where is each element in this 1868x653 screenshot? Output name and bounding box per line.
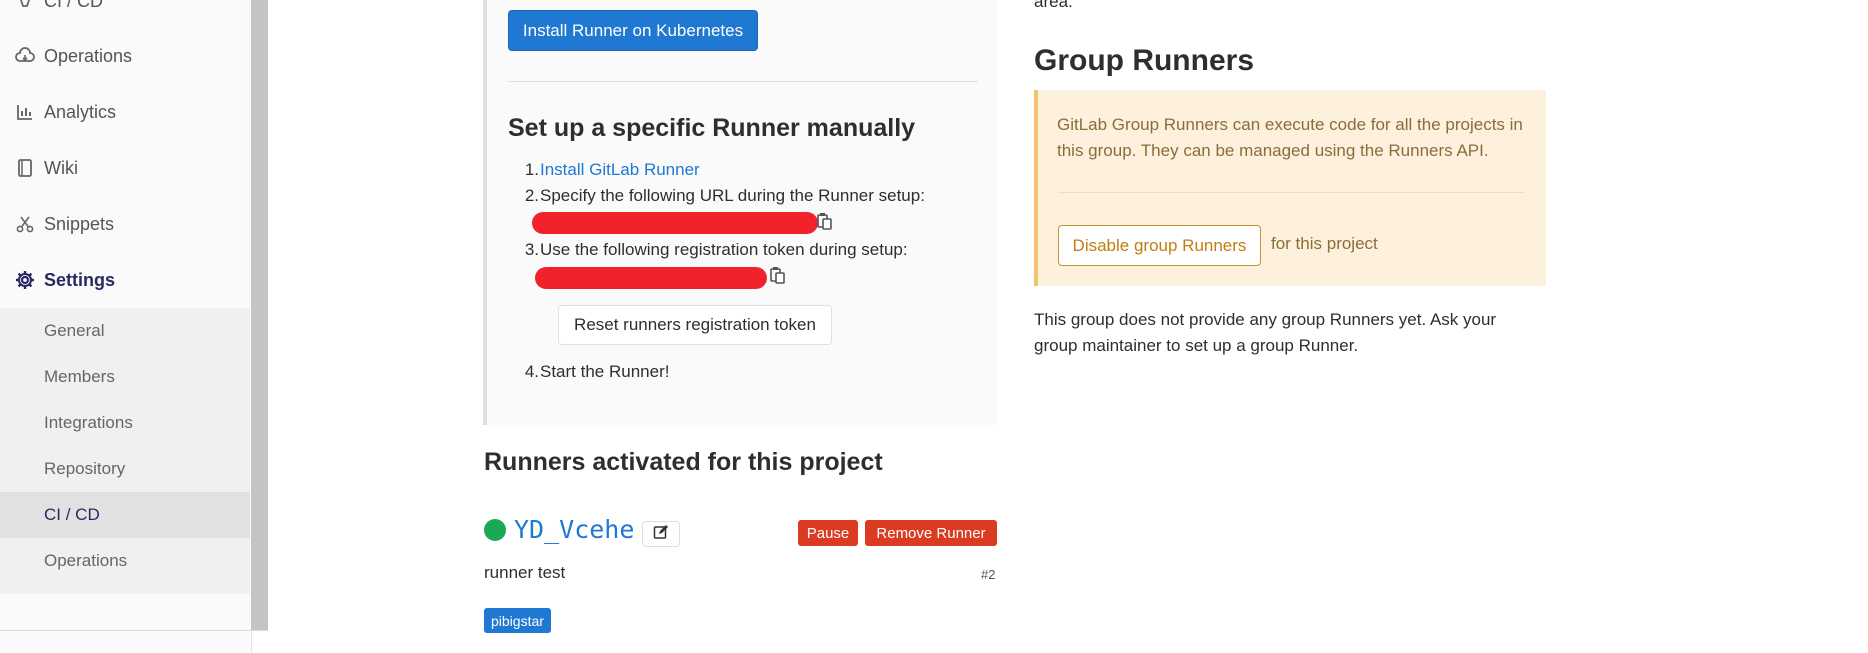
sidebar: CI / CD Operations Analytics Wiki Snippe… [0,0,252,653]
pause-runner-button[interactable]: Pause [798,520,858,546]
book-icon [14,157,36,179]
for-project-text: for this project [1271,234,1378,253]
area-text: area. [1034,0,1073,11]
no-group-runners-text: This group does not provide any group Ru… [1034,310,1497,355]
subnav-item-integrations[interactable]: Integrations [0,400,250,446]
runner-name-link[interactable]: YD_Vcehe [514,515,634,544]
subnav-item-cicd[interactable]: CI / CD [0,492,250,538]
setup-title: Set up a specific Runner manually [508,114,916,142]
sidebar-item-snippets[interactable]: Snippets [0,201,250,247]
divider [1058,192,1524,193]
redacted-token [535,267,767,289]
divider [508,81,978,82]
disable-group-runners-button[interactable]: Disable group Runners [1058,225,1261,266]
step-number: 3. [524,240,539,259]
step-4-text: Start the Runner! [540,362,670,381]
sidebar-item-analytics[interactable]: Analytics [0,89,250,135]
reset-token-button[interactable]: Reset runners registration token [558,305,832,345]
sidebar-item-wiki[interactable]: Wiki [0,145,250,191]
sidebar-item-label: Analytics [44,101,117,122]
remove-runner-button[interactable]: Remove Runner [865,520,997,546]
runner-id: #2 [981,567,996,582]
cloud-icon [14,45,36,67]
runner-description: runner test [484,563,566,582]
copy-url-icon[interactable] [817,212,833,235]
edit-runner-button[interactable] [642,521,680,547]
chart-icon [14,101,36,123]
sidebar-item-cicd[interactable]: CI / CD [0,0,250,24]
step-number: 1. [524,160,539,179]
sidebar-item-label: Wiki [44,157,78,178]
sidebar-item-label: CI / CD [44,0,104,11]
sidebar-item-label: Settings [44,269,116,290]
edit-icon [653,524,669,544]
subnav-item-general[interactable]: General [0,308,250,354]
copy-token-icon[interactable] [770,266,786,289]
step-1: 1. Install GitLab Runner [525,160,700,180]
step-number: 4. [524,362,539,381]
step-4: 4. Start the Runner! [525,362,670,382]
runner-tag-badge: pibigstar [484,608,551,633]
step-3: 3. Use the following registration token … [525,240,908,260]
sidebar-item-label: Operations [44,45,133,66]
gear-icon [14,269,36,291]
step-number: 2. [524,186,539,205]
sidebar-scrollbar[interactable] [251,0,268,630]
step-2-text: Specify the following URL during the Run… [540,186,925,205]
sidebar-item-settings[interactable]: Settings [0,257,250,303]
sidebar-item-label: Snippets [44,213,115,234]
scissors-icon [14,213,36,235]
step-2: 2. Specify the following URL during the … [525,186,925,206]
sidebar-item-operations[interactable]: Operations [0,33,250,79]
install-kubernetes-button[interactable]: Install Runner on Kubernetes [508,10,758,51]
settings-subnav: General Members Integrations Repository … [0,308,250,594]
group-runners-info: GitLab Group Runners can execute code fo… [1057,115,1523,160]
runners-activated-title: Runners activated for this project [484,448,883,476]
install-runner-link[interactable]: Install GitLab Runner [540,160,700,179]
subnav-item-members[interactable]: Members [0,354,250,400]
group-runners-title: Group Runners [1034,44,1255,77]
step-3-text: Use the following registration token dur… [540,240,908,259]
rocket-icon [14,0,36,12]
redacted-url [532,212,818,234]
subnav-item-operations[interactable]: Operations [0,538,250,584]
runner-status-icon [484,519,506,541]
divider [0,630,268,631]
subnav-item-repository[interactable]: Repository [0,446,250,492]
